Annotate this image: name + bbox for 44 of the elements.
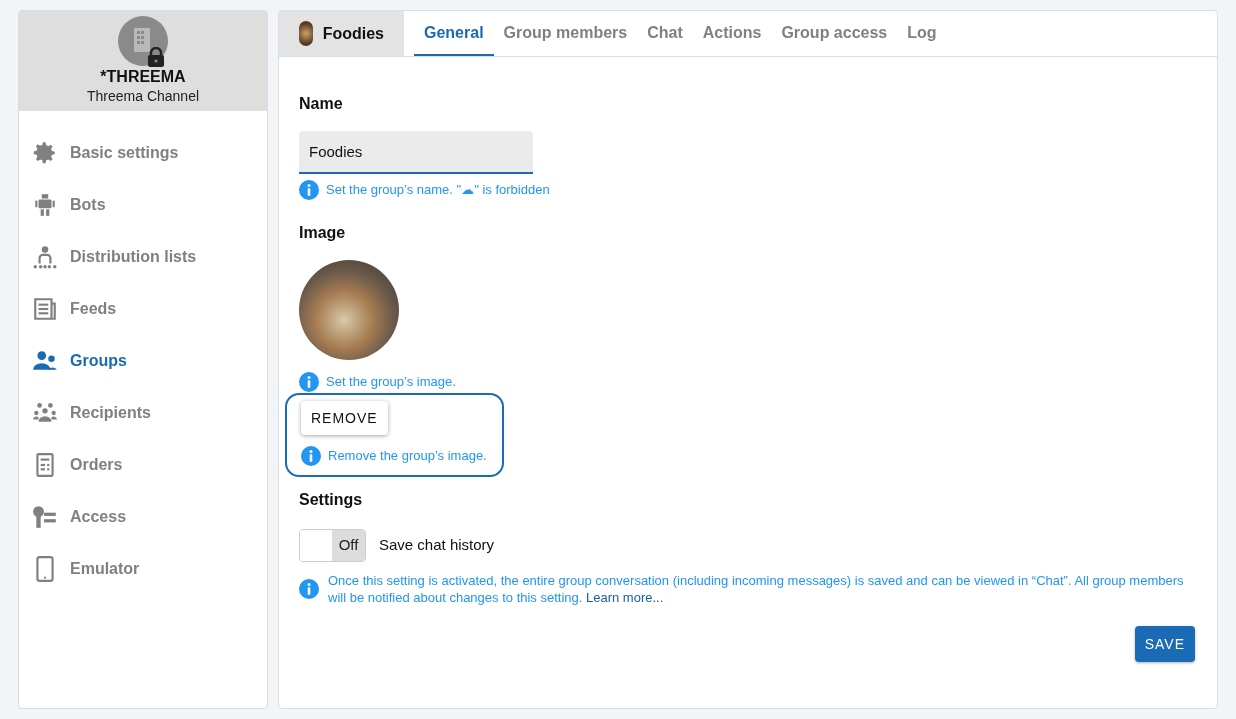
lock-icon — [147, 47, 165, 67]
tab[interactable]: General — [414, 11, 494, 56]
gear-icon — [32, 140, 58, 166]
sidebar-item[interactable]: Emulator — [19, 543, 267, 595]
sidebar-item[interactable]: Basic settings — [19, 127, 267, 179]
sidebar-item[interactable]: Access — [19, 491, 267, 543]
hint-text: Once this setting is activated, the entire group conversation (including incoming messages) is saved and can be viewed in “Chat”. All group members will be notified about changes to this setting. Learn more... — [328, 572, 1185, 606]
sidebar-item[interactable]: Recipients — [19, 387, 267, 439]
name-field[interactable]: Foodies — [299, 131, 533, 174]
section-heading: Name — [299, 94, 344, 114]
save-button[interactable]: SAVE — [1134, 626, 1195, 662]
sidebar-item[interactable]: Feeds — [19, 283, 267, 335]
sidebar-item[interactable]: Groups — [19, 335, 267, 387]
hierarchy-icon — [32, 244, 58, 270]
hint-text: Set the group’s name. "☁" is forbidden — [326, 181, 550, 200]
sidebar-item[interactable]: Distribution lists — [19, 231, 267, 283]
info-icon — [299, 180, 319, 200]
section-heading: Settings — [299, 490, 364, 510]
key-icon — [32, 504, 58, 530]
section-heading: Image — [299, 223, 347, 243]
learn-more-link[interactable]: Learn more... — [586, 590, 664, 605]
info-icon — [301, 446, 321, 466]
toggle-state: Off — [332, 530, 365, 561]
toggle-label: Save chat history — [379, 535, 495, 556]
toggle-switch[interactable]: Off — [299, 529, 366, 562]
info-icon — [299, 579, 319, 599]
info-icon — [299, 372, 319, 392]
robot-icon — [32, 192, 58, 218]
tab[interactable]: Group members — [493, 11, 638, 56]
account-name: *THREEMA — [100, 67, 186, 87]
building-avatar-icon — [118, 16, 168, 66]
sidebar-item[interactable]: Orders — [19, 439, 267, 491]
tab[interactable]: Chat — [637, 11, 693, 56]
newspaper-icon — [32, 296, 58, 322]
remove-button[interactable]: REMOVE — [301, 401, 388, 435]
tab[interactable]: Log — [897, 11, 947, 56]
group-avatar-photo — [299, 21, 313, 46]
hint-text: Remove the group’s image. — [328, 447, 487, 466]
group-name: Foodies — [322, 23, 384, 44]
sidebar-item[interactable]: Bots — [19, 179, 267, 231]
tab[interactable]: Group access — [771, 11, 898, 56]
hint-text: Set the group’s image. — [326, 373, 456, 392]
account-type: Threema Channel — [86, 87, 200, 105]
tab[interactable]: Actions — [692, 11, 772, 56]
